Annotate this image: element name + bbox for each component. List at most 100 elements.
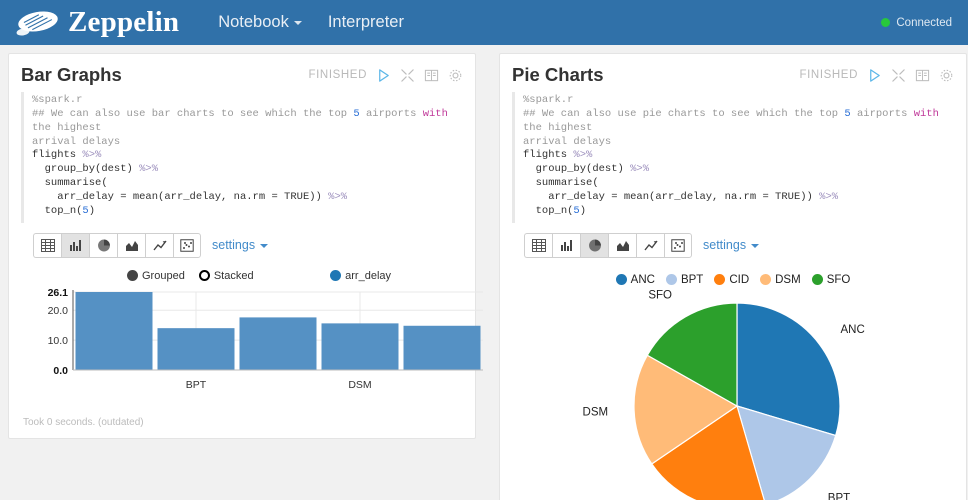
paragraph-header: Pie Charts FINISHED (512, 64, 954, 92)
status-badge: FINISHED (799, 69, 858, 81)
legend-swatch-icon (760, 274, 772, 286)
pie-chart-legend: ANC BPT CID DSM SFO (522, 268, 944, 288)
code-editor[interactable]: %spark.r ## We can also use pie charts t… (512, 92, 954, 223)
area-chart-icon-button[interactable] (608, 232, 636, 258)
x-axis-tick-label: BPT (186, 379, 207, 391)
code-editor[interactable]: %spark.r ## We can also use bar charts t… (21, 92, 463, 223)
scatter-chart-icon (671, 239, 685, 252)
bar[interactable] (321, 323, 399, 370)
visualization-toolbar: settings (21, 223, 463, 264)
table-icon (40, 238, 55, 252)
scatter-chart-icon-button[interactable] (664, 232, 692, 258)
viz-button-group (33, 232, 201, 258)
brand-name: Zeppelin (68, 6, 180, 38)
visualization-toolbar: settings (512, 223, 954, 264)
brand-logo-group[interactable]: Zeppelin (14, 6, 179, 39)
legend-item[interactable]: CID (714, 274, 749, 286)
book-icon[interactable] (915, 68, 930, 83)
legend-item-label: arr_delay (345, 269, 391, 282)
chevron-down-icon (260, 243, 269, 248)
run-icon[interactable] (376, 68, 391, 83)
legend-item[interactable]: ANC (615, 273, 655, 286)
paragraph-column-right: Pie Charts FINISHED %spark.r ## We can a… (491, 53, 968, 500)
code-line: group_by(dest) %>% (32, 163, 159, 176)
code-line: arr_delay = mean(arr_delay, na.rm = TRUE… (523, 191, 839, 204)
bar[interactable] (403, 325, 481, 370)
collapse-icon[interactable] (891, 68, 906, 83)
bar-chart-icon (560, 239, 572, 251)
legend-item[interactable]: DSM (760, 274, 801, 286)
radio-selected-icon (127, 270, 138, 282)
gear-icon[interactable] (939, 68, 954, 83)
run-icon[interactable] (867, 68, 882, 83)
legend-item-arr-delay[interactable]: arr_delay (330, 270, 391, 282)
legend-item-label: DSM (775, 273, 801, 286)
bar-chart-icon-button[interactable] (552, 232, 580, 258)
legend-swatch-icon (615, 274, 627, 286)
legend-item-label: ANC (630, 273, 655, 286)
bar[interactable] (239, 317, 317, 370)
nav-item-notebook-label: Notebook (218, 13, 289, 31)
code-line: summarise( (523, 177, 599, 190)
code-line: top_n(5) (32, 204, 96, 217)
area-chart-icon-button[interactable] (117, 232, 145, 258)
connection-status-label: Connected (896, 16, 952, 29)
paragraph-controls: FINISHED (309, 68, 463, 83)
code-line: ## We can also use pie charts to see whi… (523, 107, 946, 134)
code-line: %spark.r (32, 94, 83, 106)
radio-unselected-icon (198, 270, 210, 282)
gear-icon[interactable] (448, 68, 463, 83)
bar-mode-grouped-label: Grouped (142, 269, 185, 282)
settings-toggle[interactable]: settings (703, 238, 760, 253)
paragraph-controls: FINISHED (800, 68, 954, 83)
bar[interactable] (75, 291, 153, 370)
legend-swatch-icon (811, 274, 823, 286)
settings-toggle[interactable]: settings (212, 238, 269, 253)
pie-chart-container: ANC BPT CID DSM SFO ANC BPT CID DSM SFO (512, 264, 954, 500)
x-axis-tick-label: DSM (348, 379, 371, 391)
code-line: arrival delays (523, 135, 612, 148)
scatter-chart-icon-button[interactable] (173, 232, 201, 258)
legend-item[interactable]: BPT (665, 273, 704, 286)
notebook-body: Bar Graphs FINISHED %spark.r ## We can a… (0, 45, 968, 500)
settings-label: settings (212, 238, 256, 253)
page-title: Bar Graphs (21, 64, 122, 85)
y-axis-tick-label: 26.1 (48, 287, 69, 299)
bar-mode-grouped[interactable]: Grouped (127, 270, 185, 282)
code-line: group_by(dest) %>% (523, 163, 650, 176)
legend-item-label: BPT (680, 273, 704, 286)
pie-chart-icon-button[interactable] (580, 232, 608, 258)
code-line: summarise( (32, 177, 108, 190)
bar-chart-container: Grouped Stacked arr_delay 26.1 20.0 10.0 0.… (21, 264, 483, 403)
connection-status: Connected (881, 17, 952, 29)
pie-slice-label: SFO (648, 289, 672, 301)
top-navbar: Zeppelin Notebook Interpreter Connected (0, 0, 968, 45)
table-icon-button[interactable] (33, 232, 61, 258)
legend-swatch-icon (665, 274, 677, 286)
bar[interactable] (157, 327, 235, 370)
paragraph-header: Bar Graphs FINISHED (21, 64, 463, 92)
legend-item[interactable]: SFO (811, 273, 851, 286)
legend-swatch-icon (714, 274, 726, 286)
nav-item-interpreter[interactable]: Interpreter (315, 7, 417, 38)
nav-item-notebook[interactable]: Notebook (205, 7, 315, 38)
pie-slice-label: DSM (583, 406, 609, 418)
line-chart-icon-button[interactable] (636, 232, 664, 258)
zeppelin-logo-icon (16, 11, 58, 36)
pie-chart-icon-button[interactable] (89, 232, 117, 258)
book-icon[interactable] (424, 68, 439, 83)
code-line: arrival delays (32, 135, 121, 148)
settings-label: settings (703, 238, 747, 253)
y-axis-tick-label: 10.0 (48, 335, 69, 347)
line-chart-icon-button[interactable] (145, 232, 173, 258)
legend-item-label: SFO (826, 273, 851, 286)
paragraph-bar-graphs: Bar Graphs FINISHED %spark.r ## We can a… (8, 53, 483, 439)
table-icon-button[interactable] (524, 232, 552, 258)
bar-mode-stacked[interactable]: Stacked (198, 270, 254, 282)
line-chart-icon (643, 240, 658, 251)
bar-chart-icon-button[interactable] (61, 232, 89, 258)
pie-chart-svg: ANCBPTCIDDSMSFO (583, 289, 865, 500)
paragraph-footnote: Took 0 seconds. (outdated) (23, 416, 144, 428)
y-axis-tick-label: 20.0 (48, 305, 69, 317)
collapse-icon[interactable] (400, 68, 415, 83)
